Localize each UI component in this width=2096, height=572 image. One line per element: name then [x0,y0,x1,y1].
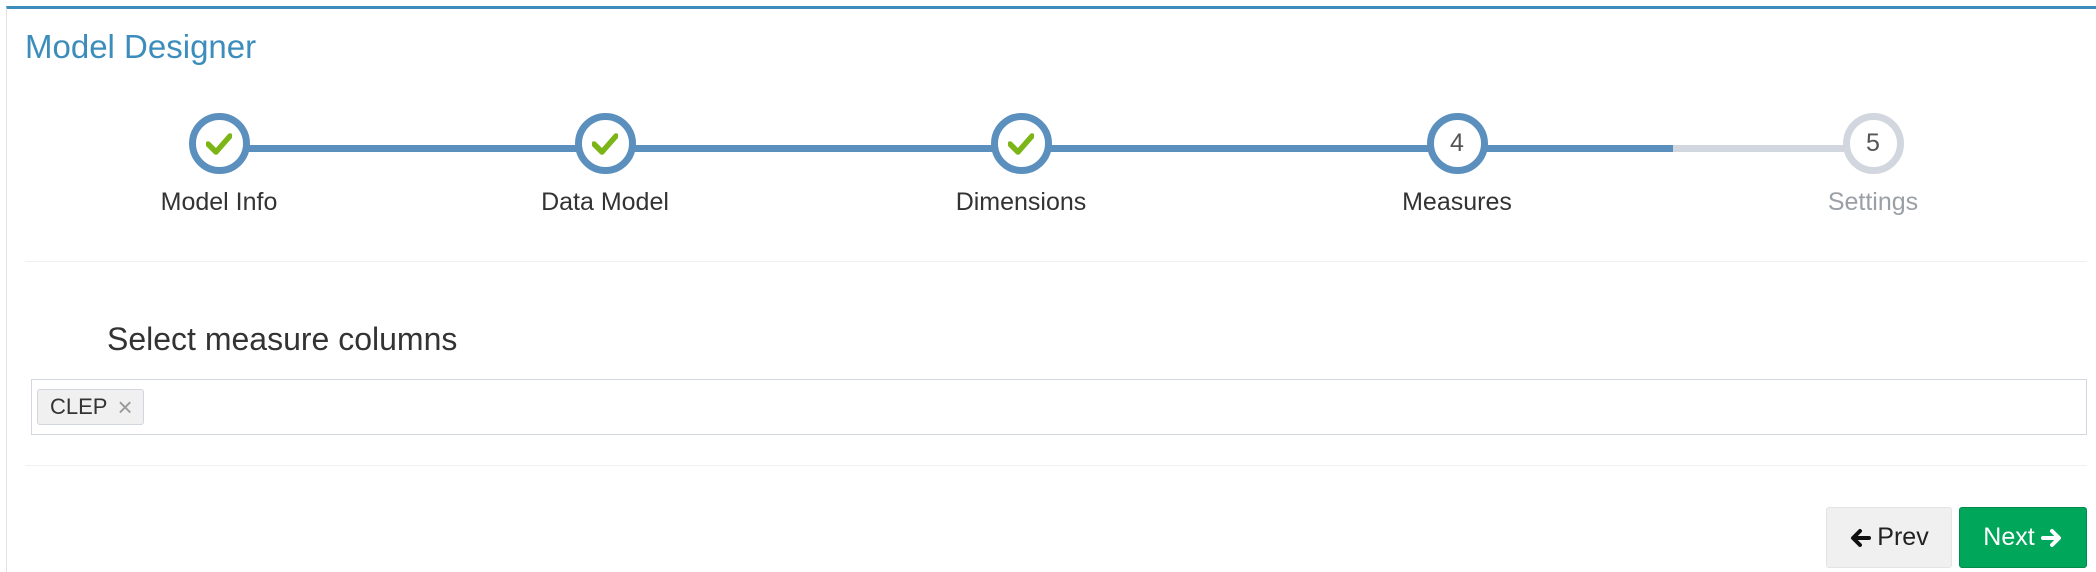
step-label: Settings [1827,188,1919,216]
step-measures[interactable]: 4 Measures [1337,113,1577,217]
step-circle: 4 [1426,113,1488,174]
section-title: Select measure columns [107,321,458,357]
arrow-right-icon [2040,527,2063,549]
step-circle [990,113,1052,174]
divider [25,261,2087,262]
selected-measure-tag: CLEP × [37,389,144,425]
check-icon [1008,132,1034,155]
prev-button-label: Prev [1877,523,1929,551]
step-circle [188,113,250,174]
wizard-steps: Model Info Data Model Dimensions 4 Measu… [7,9,2096,269]
close-icon[interactable]: × [117,394,132,420]
step-data-model[interactable]: Data Model [485,113,725,217]
step-settings[interactable]: 5 Settings [1753,113,1993,217]
tag-label: CLEP [50,394,108,419]
prev-button[interactable]: Prev [1826,507,1952,568]
step-label: Measures [1402,188,1512,216]
divider [25,465,2087,466]
step-label: Model Info [160,188,278,216]
step-model-info[interactable]: Model Info [99,113,339,217]
step-circle [574,113,636,174]
model-designer-panel: Model Designer Model Info Data Model Dim… [6,6,2096,572]
step-label: Data Model [541,188,669,216]
check-icon [206,132,232,155]
measure-columns-select[interactable]: CLEP × [31,379,2087,435]
step-circle: 5 [1842,113,1904,174]
next-button[interactable]: Next [1959,507,2087,568]
step-label: Dimensions [955,188,1087,216]
arrow-left-icon [1849,527,1872,549]
check-icon [592,132,618,155]
next-button-label: Next [1983,523,2035,551]
step-dimensions[interactable]: Dimensions [901,113,1141,217]
page: Model Designer Model Info Data Model Dim… [0,0,2096,572]
